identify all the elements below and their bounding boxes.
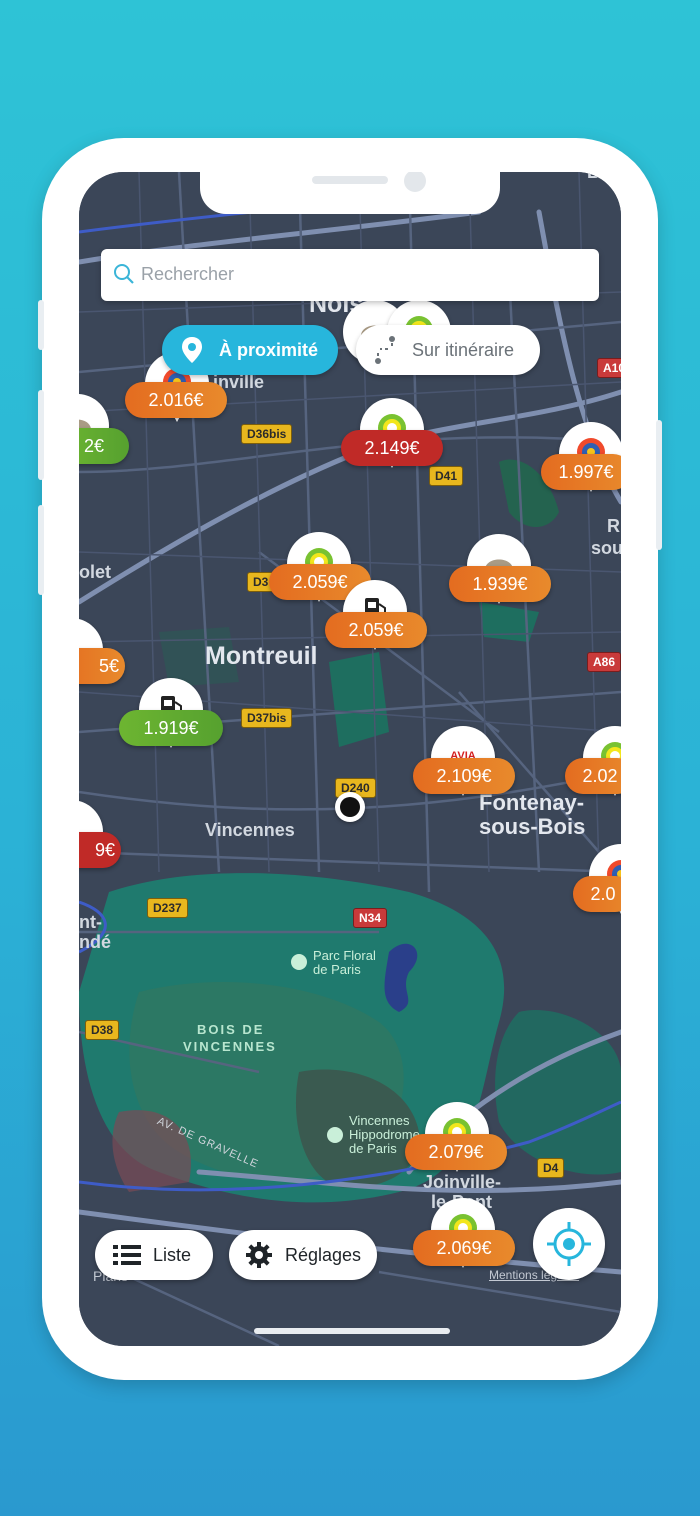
front-camera [404,172,426,192]
road-d37bis: D37bis [241,708,293,728]
price-badge[interactable]: 2.02 [565,758,621,794]
price-badge[interactable]: 2.109€ [413,758,515,794]
list-icon [113,1245,141,1265]
road-d41: D41 [429,466,464,486]
map-label-parc-1: Parc Floral [313,948,376,963]
map-label-nde: ndé [79,932,112,952]
phone-side-button [38,505,44,595]
map-label-rosny-sou: sou [591,538,621,558]
user-location-dot [335,792,365,822]
map-label-bagnolet: olet [79,562,112,582]
price-badge[interactable]: 2€ [79,428,129,464]
map-label-rosny-r: R [607,516,620,536]
map-label-bois-1: BOIS DE [197,1022,265,1037]
map-label-hippo-3: de Paris [349,1141,397,1156]
map-label-joinville-1: Joinville- [423,1172,502,1192]
nearby-mode-label: À proximité [219,340,319,360]
route-icon [375,336,395,364]
price-badge[interactable]: 2.079€ [405,1134,507,1170]
search-icon [114,264,134,284]
search-input[interactable]: Rechercher [141,264,234,285]
locate-me-button[interactable] [533,1208,605,1280]
price-badge[interactable]: 1.939€ [449,566,551,602]
map-label-bois-2: VINCENNES [183,1039,277,1054]
road-a10: A10 [597,358,621,378]
map-label-bo: Bo [587,172,611,182]
location-pin-icon [182,337,202,363]
price-badge[interactable]: 5€ [79,648,125,684]
list-label: Liste [153,1245,192,1265]
route-mode-label: Sur itinéraire [412,340,515,360]
gear-icon [246,1242,272,1268]
settings-label: Réglages [285,1245,362,1265]
map-label-nt: nt- [79,912,102,932]
map-label-hippo-1: Vincennes [349,1113,410,1128]
list-button[interactable]: Liste [95,1230,213,1280]
route-mode-button[interactable]: Sur itinéraire [356,325,540,375]
crosshair-icon [547,1222,591,1266]
price-badge[interactable]: 9€ [79,832,121,868]
price-badge[interactable]: 1.919€ [119,710,223,746]
racetrack-icon [327,1127,343,1143]
price-badge[interactable]: 2.016€ [125,382,227,418]
price-badge[interactable]: 2.059€ [325,612,427,648]
park-icon [291,954,307,970]
phone-notch [200,172,500,214]
home-indicator[interactable] [254,1328,450,1334]
road-a86: A86 [587,652,621,672]
price-badge[interactable]: 2.069€ [413,1230,515,1266]
road-d38: D38 [85,1020,120,1040]
phone-side-button [656,420,662,550]
road-n34: N34 [353,908,388,928]
map-label-fontenay-2: sous-Bois [479,814,586,839]
price-badge[interactable]: 2.149€ [341,430,443,466]
search-bar[interactable]: Rechercher [101,249,599,301]
app-screen: Montreuil Vincennes Fontenay- sous-Bois … [79,172,621,1346]
phone-side-button [38,390,44,480]
price-badge[interactable]: 2.0 [573,876,621,912]
speaker-grille [312,176,388,184]
settings-button[interactable]: Réglages [229,1230,377,1280]
map-label-vincennes: Vincennes [205,820,295,840]
price-badge[interactable]: 1.997€ [541,454,621,490]
road-d237: D237 [147,898,188,918]
phone-side-button [38,300,44,350]
map-label-montreuil: Montreuil [205,642,318,670]
map-label-parc-2: de Paris [313,962,361,977]
road-d4: D4 [537,1158,565,1178]
road-d36bis: D36bis [241,424,293,444]
nearby-mode-button[interactable]: À proximité [162,325,338,375]
